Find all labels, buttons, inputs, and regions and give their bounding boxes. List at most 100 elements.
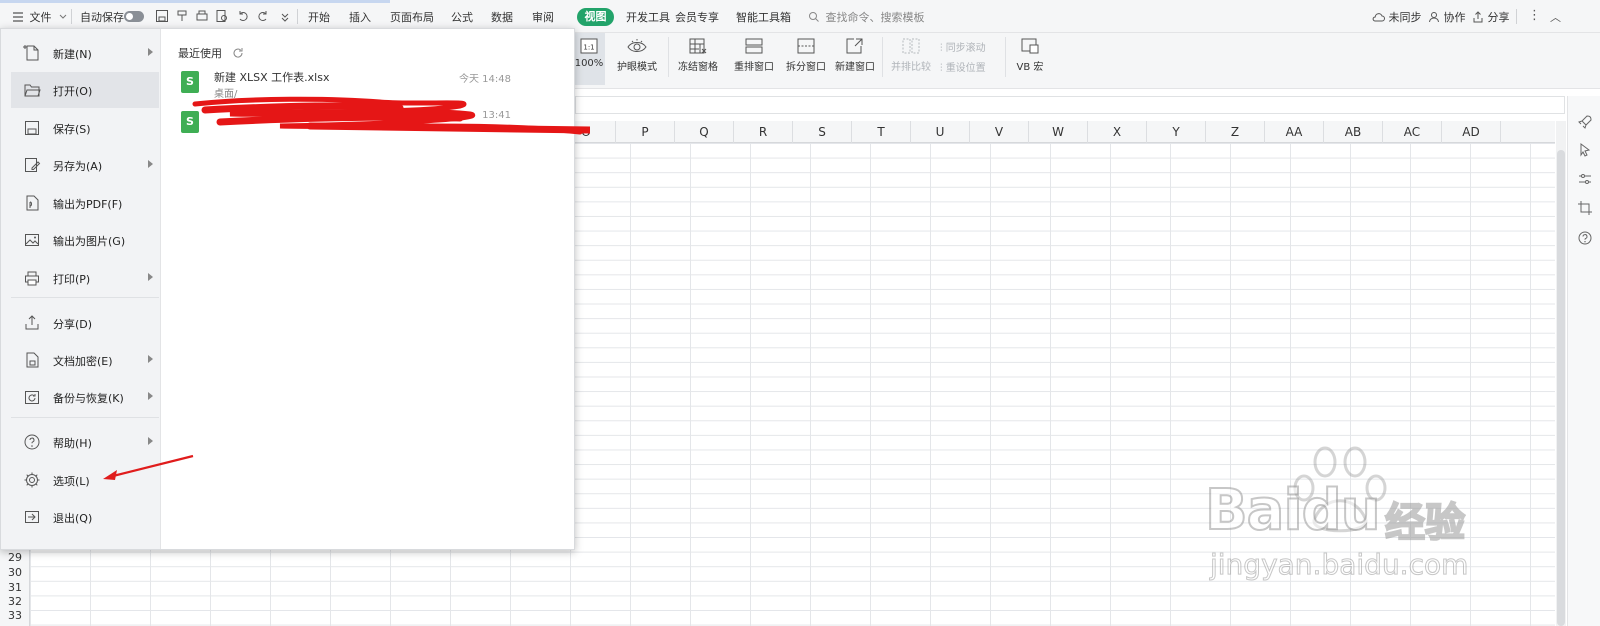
- scrollbar-thumb[interactable]: [1557, 150, 1565, 626]
- help-icon[interactable]: [1577, 230, 1593, 246]
- tab-formulas[interactable]: 公式: [451, 9, 473, 25]
- submenu-arrow-icon: [148, 273, 153, 281]
- gear-icon: [24, 472, 40, 488]
- share-button[interactable]: 分享: [1472, 9, 1510, 25]
- tab-member[interactable]: 会员专享: [675, 9, 719, 25]
- new-window-button[interactable]: 新建窗口: [832, 33, 878, 85]
- hamburger-icon: [13, 12, 23, 22]
- column-header[interactable]: AA: [1265, 121, 1324, 143]
- sync-status-button[interactable]: 未同步: [1372, 9, 1422, 25]
- sync-scroll-button[interactable]: ⫶ 同步滚动: [940, 39, 986, 54]
- rearrange-windows-icon: [745, 38, 763, 54]
- file-menu-item-label: 文档加密(E): [53, 355, 113, 368]
- cloud-icon: [1372, 13, 1385, 22]
- column-header[interactable]: T: [852, 121, 911, 143]
- customize-toolbar-icon[interactable]: [278, 9, 292, 23]
- freeze-panes-icon: [689, 38, 707, 54]
- save-icon: [25, 121, 39, 135]
- column-header[interactable]: U: [911, 121, 970, 143]
- adjust-icon[interactable]: [1577, 171, 1593, 187]
- column-header[interactable]: Z: [1206, 121, 1265, 143]
- refresh-icon[interactable]: [232, 47, 244, 59]
- file-menu-item[interactable]: 输出为图片(G): [11, 222, 159, 258]
- row-header[interactable]: 33: [8, 609, 22, 622]
- vb-macro-button[interactable]: VB 宏: [1010, 33, 1050, 85]
- format-painter-icon[interactable]: [175, 9, 189, 23]
- file-menu-item[interactable]: 输出为PDF(F): [11, 185, 159, 221]
- column-header[interactable]: X: [1088, 121, 1147, 143]
- save-icon[interactable]: [155, 9, 169, 23]
- row-header[interactable]: 31: [8, 581, 22, 594]
- file-menu-item[interactable]: 保存(S): [11, 110, 159, 146]
- column-header[interactable]: Q: [675, 121, 734, 143]
- recent-title-label: 最近使用: [178, 47, 222, 60]
- tab-data[interactable]: 数据: [491, 9, 513, 25]
- side-by-side-button[interactable]: 并排比较: [888, 33, 934, 85]
- more-options-icon[interactable]: ⋮: [1528, 8, 1541, 23]
- file-menu-item[interactable]: 另存为(A): [11, 147, 159, 183]
- help-icon: [24, 434, 40, 450]
- formula-bar[interactable]: [575, 96, 1565, 114]
- rearrange-windows-button[interactable]: 重排窗口: [728, 33, 780, 85]
- row-header[interactable]: 30: [8, 566, 22, 579]
- file-menu-button[interactable]: 文件: [12, 9, 67, 25]
- crop-icon[interactable]: [1577, 200, 1593, 216]
- share-icon: [1473, 11, 1483, 23]
- column-header[interactable]: AD: [1442, 121, 1501, 143]
- file-menu-item[interactable]: 退出(Q): [11, 499, 159, 535]
- command-search[interactable]: 查找命令、搜索模板: [808, 9, 925, 25]
- column-header[interactable]: P: [616, 121, 675, 143]
- divider: [882, 37, 883, 77]
- column-header[interactable]: W: [1029, 121, 1088, 143]
- file-menu-item-label: 分享(D): [53, 318, 93, 331]
- eye-icon: [627, 39, 647, 52]
- file-menu-item-label: 退出(Q): [53, 512, 93, 525]
- user-icon: [1429, 12, 1439, 23]
- split-window-button[interactable]: 拆分窗口: [783, 33, 829, 85]
- freeze-panes-button[interactable]: 冻结窗格: [672, 33, 724, 85]
- vb-macro-label: VB 宏: [1016, 62, 1044, 73]
- divider: [71, 9, 72, 24]
- tab-review[interactable]: 审阅: [532, 9, 554, 25]
- exit-icon: [25, 511, 39, 523]
- autosave-toggle[interactable]: [124, 11, 144, 22]
- column-header[interactable]: Y: [1147, 121, 1206, 143]
- submenu-arrow-icon: [148, 392, 153, 400]
- row-header[interactable]: 32: [8, 595, 22, 608]
- tab-page-layout[interactable]: 页面布局: [390, 9, 434, 25]
- collab-button[interactable]: 协作: [1428, 9, 1466, 25]
- rocket-icon[interactable]: [1577, 114, 1593, 130]
- tab-home[interactable]: 开始: [308, 9, 330, 25]
- tab-smart-toolbox[interactable]: 智能工具箱: [736, 9, 791, 25]
- vb-macro-icon: [1021, 38, 1039, 54]
- cursor-icon[interactable]: [1577, 142, 1593, 158]
- tab-developer[interactable]: 开发工具: [626, 9, 670, 25]
- column-header[interactable]: S: [793, 121, 852, 143]
- spreadsheet-file-icon: S: [181, 71, 199, 93]
- file-menu-item[interactable]: 打开(O): [11, 72, 159, 108]
- file-menu-item[interactable]: 分享(D): [11, 305, 159, 341]
- row-header[interactable]: 29: [8, 551, 22, 564]
- submenu-arrow-icon: [148, 355, 153, 363]
- print-preview-icon[interactable]: [215, 9, 229, 23]
- reset-position-button[interactable]: ⫶ 重设位置: [940, 59, 986, 74]
- file-menu-item[interactable]: 文档加密(E): [11, 342, 159, 378]
- eye-mode-button[interactable]: 护眼模式: [612, 33, 662, 85]
- column-header[interactable]: R: [734, 121, 793, 143]
- file-menu-item[interactable]: 新建(N): [11, 35, 159, 71]
- chevron-up-icon[interactable]: ︿: [1550, 9, 1561, 25]
- tab-insert[interactable]: 插入: [349, 9, 371, 25]
- menu-divider: [11, 297, 159, 298]
- tab-view[interactable]: 视图: [577, 8, 614, 26]
- save-as-icon: [25, 158, 41, 172]
- file-menu-item-label: 新建(N): [53, 48, 92, 61]
- column-header[interactable]: V: [970, 121, 1029, 143]
- column-header[interactable]: AC: [1383, 121, 1442, 143]
- redo-icon[interactable]: [256, 9, 270, 23]
- column-header[interactable]: AB: [1324, 121, 1383, 143]
- file-menu-item[interactable]: 打印(P): [11, 260, 159, 296]
- file-menu-item[interactable]: 备份与恢复(K): [11, 379, 159, 415]
- zoom-100-button[interactable]: 1:1 100%: [573, 33, 605, 85]
- undo-icon[interactable]: [236, 9, 250, 23]
- print-icon[interactable]: [195, 9, 209, 23]
